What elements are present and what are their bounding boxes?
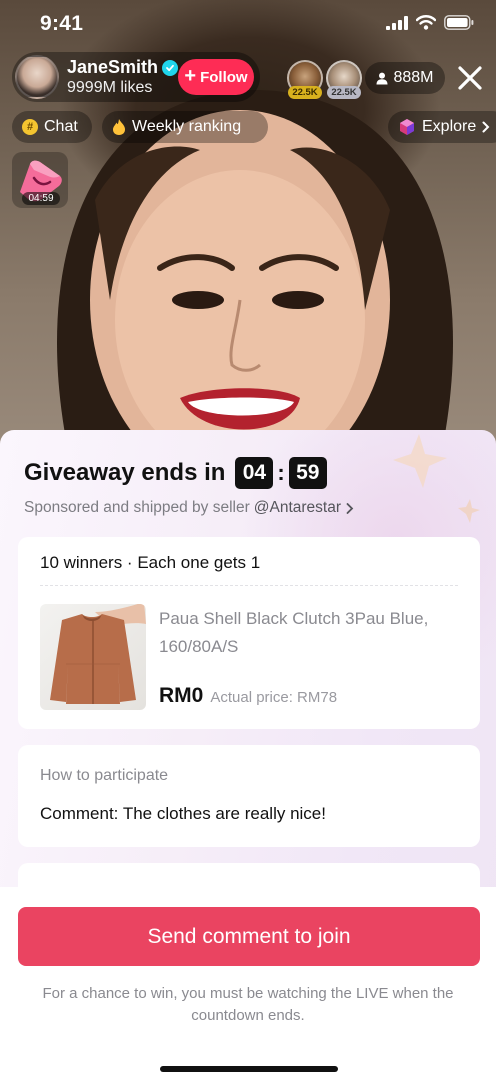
seller-handle: @Antarestar [253, 499, 342, 516]
host-pill[interactable]: JaneSmith 9999M likes + Follow [12, 52, 260, 102]
countdown-colon: : [277, 460, 285, 485]
ranking-label: Weekly ranking [132, 118, 242, 135]
close-icon[interactable] [455, 63, 485, 93]
viewer-gift-badge: 22.5K [288, 86, 322, 99]
status-bar: 9:41 [0, 0, 496, 48]
host-likes: 9999M likes [67, 79, 153, 96]
decorative-star-icon [458, 499, 480, 523]
viewer-gift-badge: 22.5K [327, 86, 361, 99]
price-row: RM0 Actual price: RM78 [159, 684, 337, 708]
countdown-minutes: 04 [235, 457, 274, 489]
giveaway-title-row: Giveaway ends in 04 : 59 [24, 457, 327, 489]
host-info: JaneSmith 9999M likes [67, 57, 179, 97]
cellular-signal-icon [386, 15, 408, 30]
verified-icon [162, 59, 179, 76]
chevron-right-icon [346, 502, 354, 514]
winners-text: 10 winners · Each one gets 1 [40, 553, 261, 572]
wifi-icon [416, 15, 436, 30]
giveaway-price: RM0 [159, 684, 204, 707]
gift-timer: 04:59 [22, 192, 60, 205]
seller-prefix: Sponsored and shipped by seller [24, 499, 250, 516]
product-image[interactable] [40, 604, 146, 710]
host-name-row: JaneSmith [67, 57, 179, 78]
explore-label: Explore [422, 118, 477, 135]
giveaway-sheet: Giveaway ends in 04 : 59 Sponsored and s… [0, 430, 496, 1080]
chat-pill[interactable]: # Chat [12, 111, 92, 143]
prize-card[interactable]: 10 winners · Each one gets 1 Paua Shell … [18, 537, 480, 729]
status-icons [386, 15, 474, 30]
follow-label: Follow [200, 68, 248, 86]
plus-icon: + [184, 65, 197, 87]
participation-card: How to participate Comment: The clothes … [18, 745, 480, 847]
decorative-star-icon [393, 434, 447, 488]
host-avatar[interactable] [15, 55, 59, 99]
host-name: JaneSmith [67, 57, 159, 77]
chat-label: Chat [44, 118, 78, 135]
gift-box-widget[interactable]: 04:59 [12, 152, 68, 208]
hashtag-icon: # [22, 119, 38, 135]
divider [40, 585, 458, 586]
flame-icon [113, 119, 125, 135]
countdown-timer: 04 : 59 [235, 457, 327, 489]
giveaway-title: Giveaway ends in [24, 459, 226, 486]
jacket-image [50, 604, 146, 704]
viewer-count: 888M [393, 69, 434, 86]
seller-link[interactable]: Sponsored and shipped by seller @Antares… [24, 499, 355, 517]
viewer-count-pill[interactable]: 888M [365, 62, 445, 94]
countdown-seconds: 59 [288, 457, 327, 489]
follow-button[interactable]: + Follow [178, 59, 254, 95]
status-time: 9:41 [40, 12, 84, 35]
top-viewers[interactable]: 22.5K 22.5K [287, 60, 367, 100]
explore-cube-icon [400, 119, 414, 135]
required-comment: Comment: The clothes are really nice! [40, 804, 326, 823]
explore-pill[interactable]: Explore [388, 111, 496, 143]
send-comment-button[interactable]: Send comment to join [18, 907, 480, 966]
person-icon [376, 72, 388, 84]
disclaimer-text: For a chance to win, you must be watchin… [42, 985, 454, 1024]
howto-label: How to participate [40, 767, 169, 784]
product-name: Paua Shell Black Clutch 3Pau Blue, 160/8… [159, 609, 429, 656]
actual-price: Actual price: RM78 [210, 689, 338, 706]
battery-icon [444, 15, 474, 30]
weekly-ranking-pill[interactable]: Weekly ranking [102, 111, 268, 143]
home-indicator[interactable] [160, 1066, 338, 1072]
chevron-right-icon [482, 121, 490, 133]
